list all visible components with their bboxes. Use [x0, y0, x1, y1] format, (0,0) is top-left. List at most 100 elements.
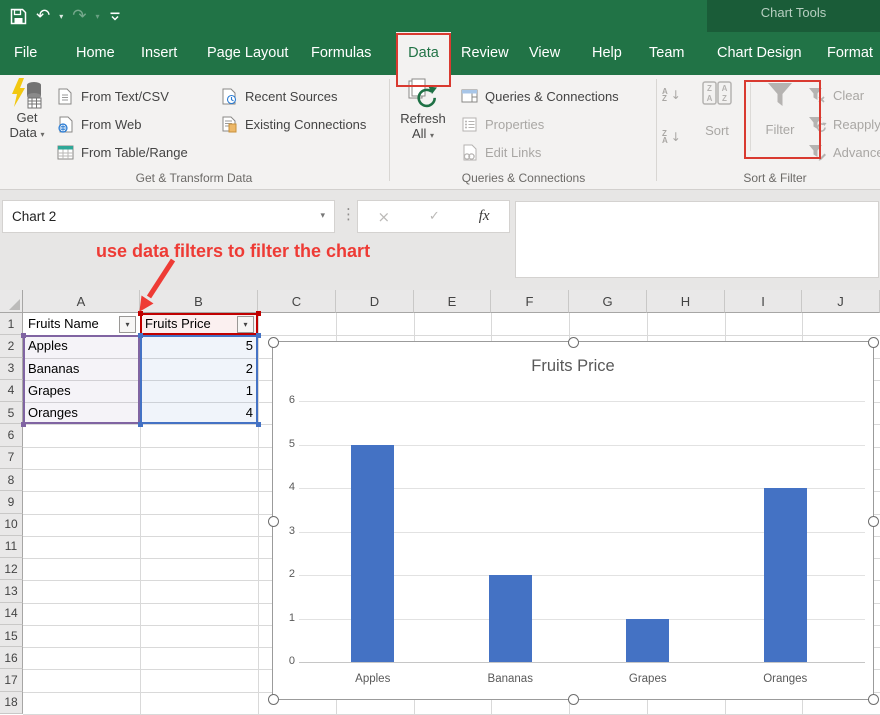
group-separator [656, 79, 657, 181]
column-header-a[interactable]: A [23, 290, 140, 313]
redo-button[interactable]: ↷ [72, 6, 86, 26]
row-header-7[interactable]: 7 [0, 447, 23, 469]
row-header-5[interactable]: 5 [0, 402, 23, 424]
row-header-16[interactable]: 16 [0, 647, 23, 669]
cell-b3[interactable]: 2 [140, 359, 258, 379]
cell-b5[interactable]: 4 [140, 403, 258, 423]
chart-title[interactable]: Fruits Price [273, 357, 873, 376]
row-header-2[interactable]: 2 [0, 335, 23, 357]
tab-help[interactable]: Help [592, 32, 622, 75]
column-header-e[interactable]: E [414, 290, 491, 313]
from-text-csv-button[interactable]: From Text/CSV [56, 84, 169, 108]
quick-access-toolbar: ↶ ▾ ↷ ▾ [10, 0, 121, 32]
row-header-11[interactable]: 11 [0, 536, 23, 558]
filter-dropdown-b1[interactable]: ▾ [237, 316, 254, 333]
bar-grapes[interactable] [626, 619, 669, 663]
enter-button[interactable]: ✓ [429, 209, 440, 224]
row-header-3[interactable]: 3 [0, 358, 23, 380]
row-header-6[interactable]: 6 [0, 424, 23, 446]
tab-format[interactable]: Format [827, 32, 873, 75]
select-all-button[interactable] [0, 290, 23, 313]
undo-button[interactable]: ↶ [36, 6, 50, 26]
column-header-d[interactable]: D [336, 290, 414, 313]
range-corner-handle[interactable] [256, 422, 261, 427]
row-header-18[interactable]: 18 [0, 692, 23, 714]
column-header-f[interactable]: F [491, 290, 569, 313]
formula-bar-options-icon[interactable]: ⋮ [341, 205, 356, 223]
cell-a3[interactable]: Bananas [23, 359, 140, 379]
row-header-9[interactable]: 9 [0, 491, 23, 513]
chart-resize-handle-s[interactable] [568, 694, 579, 705]
customize-qat-button[interactable] [109, 10, 121, 22]
existing-connections-icon [220, 116, 239, 133]
tab-home[interactable]: Home [76, 32, 115, 75]
sort-descending-button[interactable]: ZA↓ [662, 125, 681, 149]
row-header-4[interactable]: 4 [0, 380, 23, 402]
chart-resize-handle-n[interactable] [568, 337, 579, 348]
text-csv-file-icon [56, 88, 75, 105]
tab-file[interactable]: File [14, 32, 37, 75]
tab-page-layout[interactable]: Page Layout [207, 32, 288, 75]
cell-a1[interactable]: Fruits Name [23, 314, 120, 334]
get-data-button[interactable]: Get Data ▾ [2, 78, 52, 142]
cell-a4[interactable]: Grapes [23, 381, 140, 401]
chart-resize-handle-e[interactable] [868, 516, 879, 527]
tab-team[interactable]: Team [649, 32, 684, 75]
sort-ascending-button[interactable]: AZ↓ [662, 83, 681, 107]
cancel-button[interactable]: × [377, 208, 390, 226]
bar-apples[interactable] [351, 445, 394, 663]
chart-resize-handle-sw[interactable] [268, 694, 279, 705]
column-header-i[interactable]: I [725, 290, 802, 313]
recent-sources-button[interactable]: Recent Sources [220, 84, 338, 108]
from-web-button[interactable]: From Web [56, 112, 141, 136]
chart-resize-handle-se[interactable] [868, 694, 879, 705]
chart-resize-handle-ne[interactable] [868, 337, 879, 348]
redo-dropdown[interactable]: ▾ [96, 12, 100, 21]
column-header-c[interactable]: C [258, 290, 336, 313]
existing-connections-button[interactable]: Existing Connections [220, 112, 366, 136]
cell-a2[interactable]: Apples [23, 336, 140, 356]
filter-dropdown-a1[interactable]: ▾ [119, 316, 136, 333]
chart-resize-handle-w[interactable] [268, 516, 279, 527]
tab-review[interactable]: Review [461, 32, 509, 75]
chart-resize-handle-nw[interactable] [268, 337, 279, 348]
y-tick-label: 3 [275, 525, 295, 537]
formula-bar-input[interactable] [515, 201, 879, 278]
bar-oranges[interactable] [764, 488, 807, 662]
row-header-1[interactable]: 1 [0, 313, 23, 335]
row-header-14[interactable]: 14 [0, 603, 23, 625]
column-header-h[interactable]: H [647, 290, 725, 313]
range-corner-handle[interactable] [256, 311, 261, 316]
tab-chart-design[interactable]: Chart Design [717, 32, 802, 75]
bar-bananas[interactable] [489, 575, 532, 662]
tab-view[interactable]: View [529, 32, 560, 75]
range-corner-handle[interactable] [21, 422, 26, 427]
sort-button[interactable]: Z A A Z Sort [696, 81, 738, 138]
row-header-12[interactable]: 12 [0, 558, 23, 580]
undo-dropdown[interactable]: ▾ [59, 12, 63, 21]
insert-function-button[interactable]: fx [479, 208, 490, 225]
properties-button[interactable]: Properties [460, 112, 544, 136]
refresh-all-button[interactable]: Refresh All ▾ [394, 78, 452, 143]
from-table-range-button[interactable]: From Table/Range [56, 140, 188, 164]
name-box[interactable]: Chart 2 ▾ [2, 200, 335, 233]
cell-a5[interactable]: Oranges [23, 403, 140, 423]
row-header-17[interactable]: 17 [0, 669, 23, 691]
tab-formulas[interactable]: Formulas [311, 32, 371, 75]
row-header-10[interactable]: 10 [0, 514, 23, 536]
row-header-13[interactable]: 13 [0, 580, 23, 602]
name-box-dropdown-icon[interactable]: ▾ [320, 201, 325, 232]
embedded-chart[interactable]: Fruits Price 0123456ApplesBananasGrapesO… [272, 341, 874, 700]
save-button[interactable] [10, 8, 27, 25]
tab-insert[interactable]: Insert [141, 32, 177, 75]
queries-connections-button[interactable]: Queries & Connections [460, 84, 619, 108]
cell-b2[interactable]: 5 [140, 336, 258, 356]
row-header-8[interactable]: 8 [0, 469, 23, 491]
cell-b4[interactable]: 1 [140, 381, 258, 401]
range-corner-handle[interactable] [138, 422, 143, 427]
cell-b1[interactable]: Fruits Price [140, 314, 238, 334]
column-header-j[interactable]: J [802, 290, 880, 313]
row-header-15[interactable]: 15 [0, 625, 23, 647]
column-header-g[interactable]: G [569, 290, 647, 313]
edit-links-button[interactable]: Edit Links [460, 140, 541, 164]
